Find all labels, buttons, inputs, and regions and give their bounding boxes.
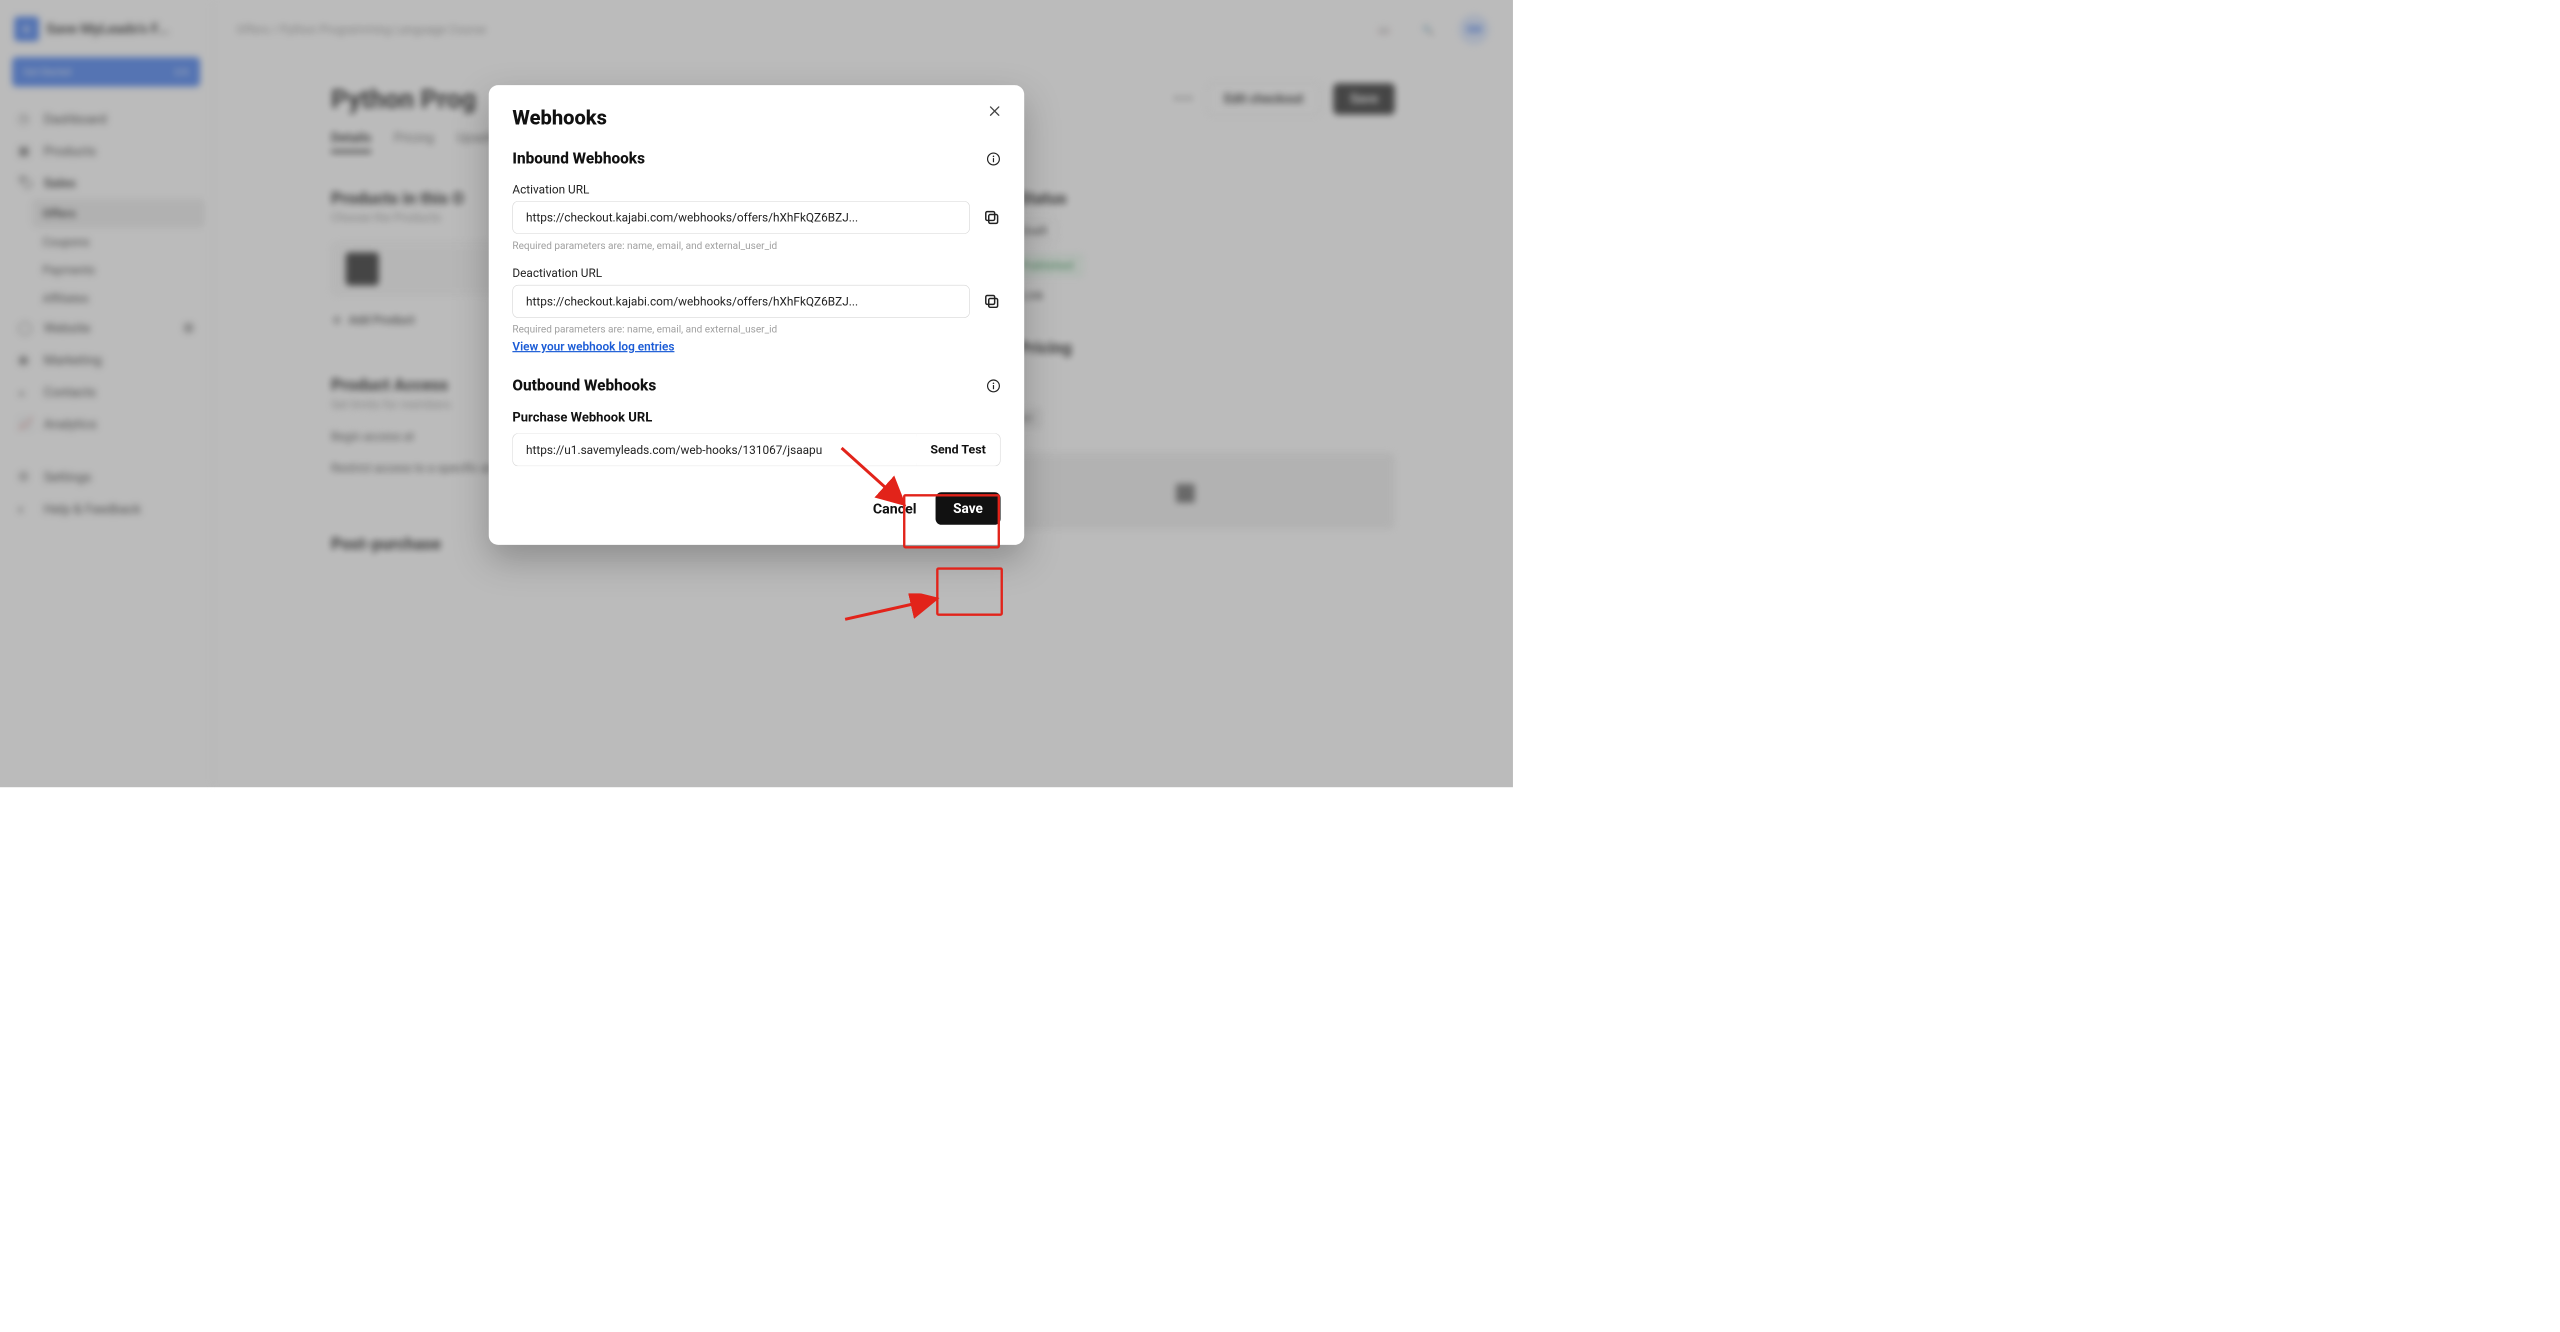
send-test-button[interactable]: Send Test	[916, 433, 1000, 466]
deactivation-label: Deactivation URL	[512, 266, 1000, 280]
copy-button[interactable]	[983, 209, 1001, 227]
webhooks-modal: Webhooks Inbound Webhooks Activation URL…	[489, 85, 1024, 545]
close-button[interactable]	[985, 102, 1004, 121]
activation-hint: Required parameters are: name, email, an…	[512, 240, 1000, 252]
purchase-label: Purchase Webhook URL	[512, 410, 1000, 425]
info-icon[interactable]	[986, 379, 1000, 393]
deactivation-hint: Required parameters are: name, email, an…	[512, 324, 1000, 336]
modal-save-button[interactable]: Save	[935, 492, 1000, 525]
outbound-heading: Outbound Webhooks	[512, 377, 656, 395]
activation-label: Activation URL	[512, 182, 1000, 196]
deactivation-input[interactable]	[512, 285, 969, 318]
cancel-button[interactable]: Cancel	[873, 500, 917, 517]
webhook-log-link[interactable]: View your webhook log entries	[512, 339, 674, 353]
info-icon[interactable]	[986, 152, 1000, 166]
close-icon	[989, 105, 1001, 117]
modal-title: Webhooks	[512, 106, 1000, 130]
purchase-input[interactable]	[512, 433, 916, 466]
inbound-heading: Inbound Webhooks	[512, 150, 645, 168]
copy-button[interactable]	[983, 293, 1001, 311]
activation-input[interactable]	[512, 201, 969, 234]
